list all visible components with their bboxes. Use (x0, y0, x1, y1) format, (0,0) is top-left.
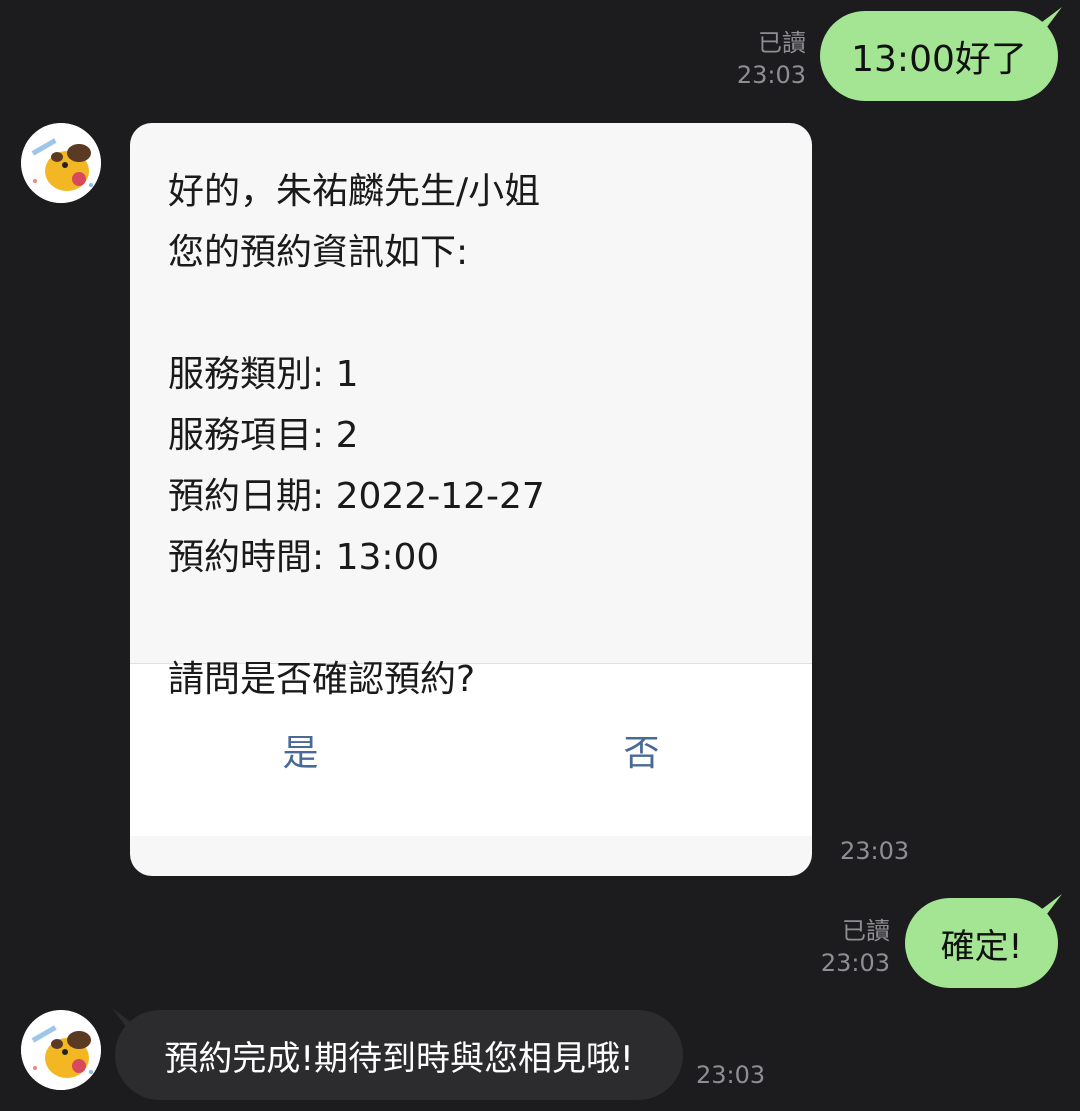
message-text: 13:00好了 (851, 39, 1027, 80)
card-actions: 是 否 (130, 663, 812, 836)
card-body: 好的，朱祐麟先生/小姐 您的預約資訊如下: 服務類別: 1 服務項目: 2 預約… (130, 123, 812, 700)
card-line (168, 588, 774, 649)
card-line: 預約時間: 13:00 (168, 537, 440, 578)
card-line: 您的預約資訊如下: (168, 232, 469, 273)
card-line: 服務項目: 2 (168, 415, 359, 456)
message-time: 23:03 (840, 837, 910, 865)
reservation-confirm-card: 好的，朱祐麟先生/小姐 您的預約資訊如下: 服務類別: 1 服務項目: 2 預約… (130, 123, 812, 876)
card-line: 服務類別: 1 (168, 354, 359, 395)
message-time: 23:03 (736, 61, 806, 89)
message-text: 預約完成!期待到時與您相見哦! (164, 1038, 634, 1079)
message-text: 確定! (940, 926, 1023, 967)
message-time: 23:03 (820, 949, 890, 977)
card-line: 好的，朱祐麟先生/小姐 (168, 171, 541, 212)
outgoing-message-bubble[interactable]: 13:00好了 (820, 11, 1058, 101)
read-receipt: 已讀 (842, 917, 890, 945)
avatar[interactable] (21, 1010, 101, 1090)
read-receipt: 已讀 (758, 29, 806, 57)
cartoon-dog-avatar-icon (21, 1010, 101, 1090)
bubble-tail-icon (1030, 7, 1062, 31)
bubble-tail-icon (1030, 894, 1062, 918)
card-line: 預約日期: 2022-12-27 (168, 476, 545, 517)
message-time: 23:03 (696, 1061, 766, 1089)
yes-button[interactable]: 是 (130, 664, 471, 836)
no-button[interactable]: 否 (471, 664, 812, 836)
avatar[interactable] (21, 123, 101, 203)
cartoon-dog-avatar-icon (21, 123, 101, 203)
incoming-message-bubble[interactable]: 預約完成!期待到時與您相見哦! (115, 1010, 683, 1100)
card-line (168, 283, 774, 344)
